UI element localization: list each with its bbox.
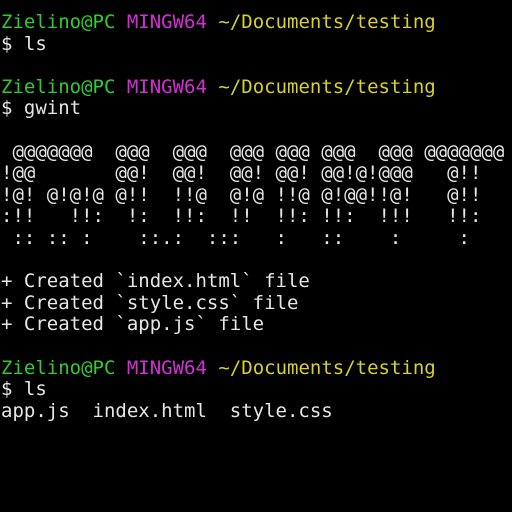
command-line: $ ls — [0, 378, 512, 401]
banner-line: !@! @!@!@ @!! !!@ @!@ !!@ @!@@!!@! @!! — [1, 183, 482, 206]
prompt-symbol: $ — [1, 97, 13, 120]
terminal-window[interactable]: Zielino@PC MINGW64 ~/Documents/testing $… — [0, 0, 512, 512]
prompt-environment: MINGW64 — [126, 75, 207, 98]
banner-line: :!! !!: !: !!: !! !!: !!: !!! !!: — [1, 205, 482, 228]
banner-line: @@@@@@@ @@@ @@@ @@@ @@@ @@@ @@@ @@@@@@@ — [1, 140, 505, 163]
command-text: ls — [23, 378, 47, 401]
banner-line: !@@ @@! @@! @@! @@! @@!@!@@@ @!! — [1, 162, 482, 185]
prompt-environment: MINGW64 — [126, 11, 207, 33]
prompt-user-host: Zielino@PC — [1, 75, 116, 98]
command-text: gwint — [23, 97, 82, 120]
prompt-environment: MINGW64 — [126, 356, 207, 379]
command-line: $ gwint — [0, 98, 512, 120]
prompt-user-host: Zielino@PC — [1, 11, 116, 33]
prompt-path: ~/Documents/testing — [218, 75, 436, 98]
prompt-line: Zielino@PC MINGW64 ~/Documents/testing — [0, 75, 512, 99]
command-line: $ ls — [0, 32, 512, 56]
created-file-line: + Created `app.js` file — [1, 313, 265, 336]
prompt-symbol: $ — [1, 378, 13, 401]
prompt-path: ~/Documents/testing — [218, 11, 436, 33]
created-file-line: + Created `index.html` file — [1, 270, 310, 293]
prompt-line: Zielino@PC MINGW64 ~/Documents/testing — [0, 11, 512, 34]
created-file-line: + Created `style.css` file — [1, 291, 299, 314]
command-text: ls — [23, 32, 47, 55]
prompt-line: Zielino@PC MINGW64 ~/Documents/testing — [0, 356, 512, 380]
prompt-symbol: $ — [1, 32, 13, 55]
prompt-user-host: Zielino@PC — [1, 356, 116, 379]
banner-line: :: :: : ::.: ::: : :: : : — [1, 226, 470, 249]
prompt-path: ~/Documents/testing — [218, 356, 436, 379]
ls-output-line: app.js index.html style.css — [1, 399, 333, 422]
